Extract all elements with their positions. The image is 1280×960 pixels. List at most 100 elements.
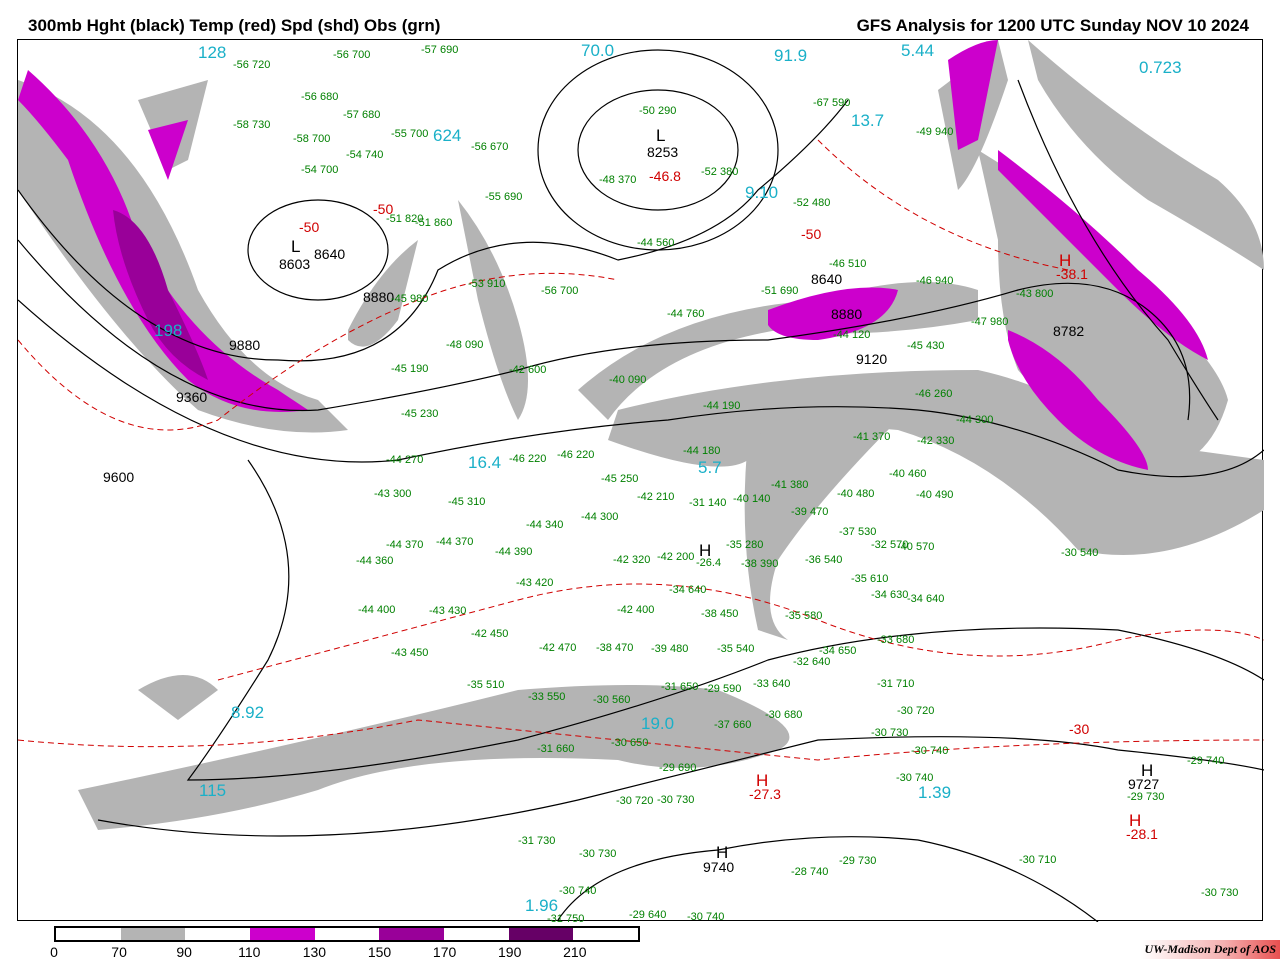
station-observation: -30 740 xyxy=(559,885,597,897)
station-observation: -45 310 xyxy=(448,496,486,508)
height-contour-label: 8640 xyxy=(811,271,843,287)
station-observation: -30 730 xyxy=(871,727,909,739)
station-observation: -44 300 xyxy=(581,511,619,523)
station-observation: -45 430 xyxy=(907,340,945,352)
station-observation: -54 740 xyxy=(346,149,384,161)
height-contour-label: 8880 xyxy=(363,289,395,305)
station-observation: -43 420 xyxy=(516,577,554,589)
station-observation: -35 610 xyxy=(851,573,889,585)
station-observation: -33 640 xyxy=(753,678,791,690)
station-observation: -56 670 xyxy=(471,141,509,153)
height-contour-label: 8603 xyxy=(279,256,311,272)
station-observation: -43 450 xyxy=(391,647,429,659)
wind-speed-label: 8.92 xyxy=(231,703,265,722)
legend-swatch xyxy=(56,928,121,940)
legend-tick-label: 70 xyxy=(111,944,127,960)
station-observation: -35 580 xyxy=(785,610,823,622)
station-observation: -40 140 xyxy=(733,493,771,505)
station-observation: -56 720 xyxy=(233,59,271,71)
wind-speed-label: 70.0 xyxy=(581,41,615,60)
legend-tick-label: 90 xyxy=(176,944,192,960)
station-observation: -42 330 xyxy=(917,435,955,447)
station-observation: -40 490 xyxy=(916,489,954,501)
station-observation: -44 760 xyxy=(667,308,705,320)
station-observation: -45 230 xyxy=(401,408,439,420)
station-observation: -29 730 xyxy=(839,855,877,867)
station-observation: -51 860 xyxy=(415,217,453,229)
station-observation: -35 510 xyxy=(467,679,505,691)
station-observation: -51 690 xyxy=(761,285,799,297)
station-observation: -44 190 xyxy=(703,400,741,412)
station-observation: -29 640 xyxy=(629,909,667,921)
legend-tick-label: 150 xyxy=(367,944,392,960)
station-observation: -34 640 xyxy=(669,584,707,596)
station-observation: -57 690 xyxy=(421,44,459,56)
station-observation: -46 260 xyxy=(915,388,953,400)
station-observation: -42 200 xyxy=(657,551,695,563)
station-observation: -56 700 xyxy=(333,49,371,61)
station-observation: -35 280 xyxy=(726,539,764,551)
wind-speed-label: 1.39 xyxy=(918,783,952,802)
height-contour-label: 8782 xyxy=(1053,323,1085,339)
station-observation: -29 690 xyxy=(659,762,697,774)
wind-speed-label: 16.4 xyxy=(468,453,502,472)
station-observation: -32 640 xyxy=(793,656,831,668)
station-observation: -45 980 xyxy=(391,293,429,305)
height-contour-label: 9880 xyxy=(229,337,261,353)
station-observation: -30 560 xyxy=(593,694,631,706)
height-contour-label: 9360 xyxy=(176,389,208,405)
station-observation: -43 300 xyxy=(374,488,412,500)
station-observation: -44 120 xyxy=(833,329,871,341)
station-observation: -53 910 xyxy=(468,278,506,290)
wind-speed-label: 5.7 xyxy=(698,458,722,477)
station-observation: -44 360 xyxy=(356,555,394,567)
station-observation: -44 300 xyxy=(956,414,994,426)
legend-tick-label: 190 xyxy=(498,944,522,960)
legend-swatch xyxy=(250,928,315,940)
station-observation: -39 480 xyxy=(651,643,689,655)
high-center-marker: H xyxy=(1141,761,1154,780)
low-center-marker: L xyxy=(291,237,301,256)
station-observation: -37 660 xyxy=(714,719,752,731)
station-observation: -47 980 xyxy=(971,316,1009,328)
wind-speed-label: 128 xyxy=(198,43,227,62)
station-observation: -41 370 xyxy=(853,431,891,443)
station-observation: -37 530 xyxy=(839,526,877,538)
station-observation: -30 710 xyxy=(1019,854,1057,866)
temperature-label: -50 xyxy=(801,226,822,242)
wind-speed-label: 624 xyxy=(433,126,462,145)
station-observation: -43 800 xyxy=(1016,288,1054,300)
station-observation: -33 680 xyxy=(877,634,915,646)
wind-speed-label: 91.9 xyxy=(774,46,808,65)
station-observation: -42 450 xyxy=(471,628,509,640)
station-observation: -38 450 xyxy=(701,608,739,620)
station-observation: -30 720 xyxy=(897,705,935,717)
station-observation: -52 480 xyxy=(793,197,831,209)
legend-tick-label: 170 xyxy=(432,944,457,960)
station-observation: -30 540 xyxy=(1061,547,1099,559)
station-observation: -34 630 xyxy=(871,589,909,601)
station-observation: -40 090 xyxy=(609,374,647,386)
station-observation: -39 470 xyxy=(791,506,829,518)
station-observation: -44 400 xyxy=(358,604,396,616)
station-observation: -55 690 xyxy=(485,191,523,203)
station-observation: -56 680 xyxy=(301,91,339,103)
station-observation: -38 390 xyxy=(741,558,779,570)
station-observation: -54 700 xyxy=(301,164,339,176)
station-observation: -30 730 xyxy=(579,848,617,860)
height-contour-label: 9120 xyxy=(856,351,888,367)
station-observation: -40 460 xyxy=(889,468,927,480)
station-observation: -31 650 xyxy=(661,681,699,693)
legend-swatch xyxy=(120,928,186,940)
height-contour-label: 8253 xyxy=(647,144,679,160)
station-observation: -41 380 xyxy=(771,479,809,491)
height-contour-label: 9600 xyxy=(103,469,135,485)
station-observation: -46 220 xyxy=(557,449,595,461)
station-observation: -40 480 xyxy=(837,488,875,500)
credit-logo: UW-Madison Dept of AOS xyxy=(1140,940,1280,959)
legend-swatch xyxy=(314,928,380,940)
station-observation: -58 700 xyxy=(293,133,331,145)
wind-speed-label: 13.7 xyxy=(851,111,885,130)
wind-speed-label: 5.44 xyxy=(901,41,935,60)
station-observation: -30 650 xyxy=(611,737,649,749)
